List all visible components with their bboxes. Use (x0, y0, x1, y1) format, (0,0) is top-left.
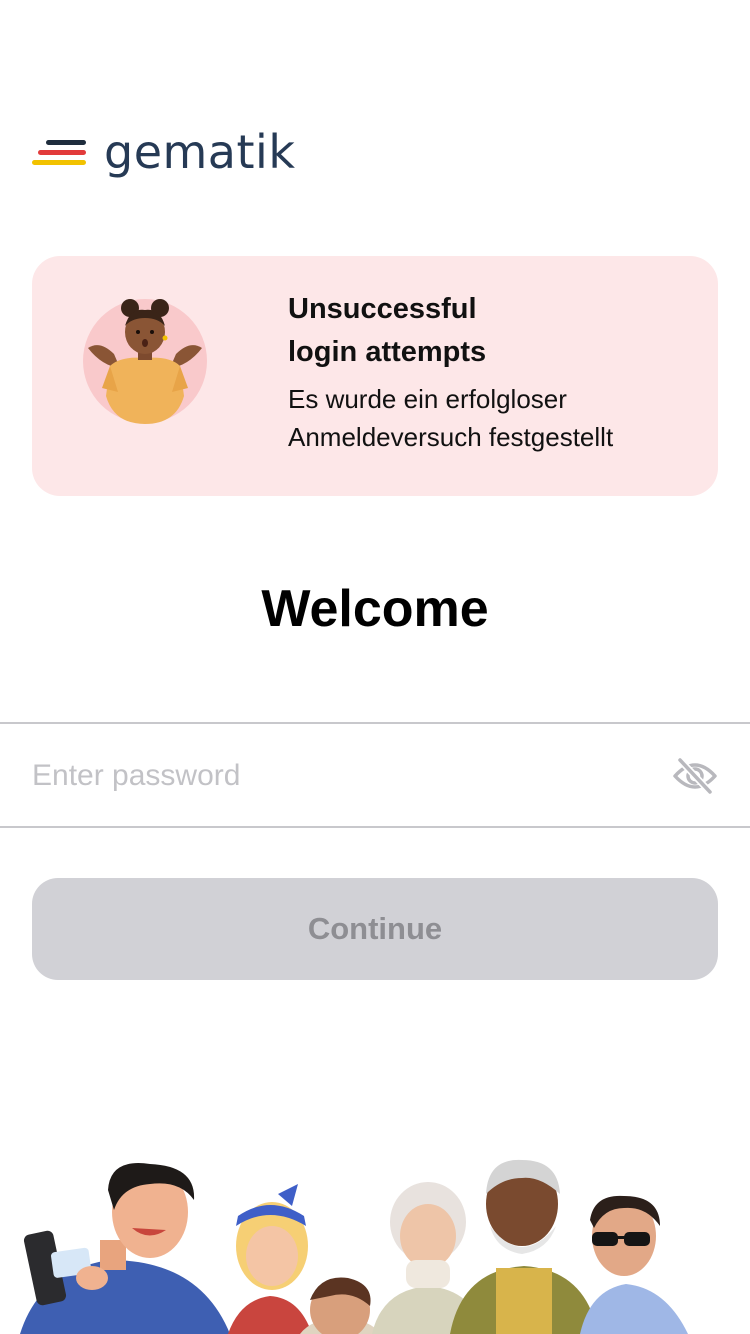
password-input[interactable] (32, 746, 632, 806)
logo-wordmark: gematik (104, 125, 296, 179)
group-of-people-illustration (20, 1159, 688, 1334)
alert-title: Unsuccessful login attempts (288, 288, 698, 374)
shrugging-person-illustration (83, 299, 207, 424)
welcome-title: Welcome (261, 580, 489, 638)
login-attempts-alert: Unsuccessful login attempts Es wurde ein… (32, 256, 718, 496)
alert-description: Es wurde ein erfolgloser Anmeldeversuch … (288, 380, 698, 456)
alert-title-line1: Unsuccessful (288, 293, 477, 325)
alert-description-line1: Es wurde ein erfolgloser (288, 384, 567, 414)
eye-slash-icon[interactable] (672, 756, 718, 796)
logo-mark-icon (32, 138, 86, 166)
alert-title-line2: login attempts (288, 336, 487, 368)
continue-button[interactable]: Continue (32, 878, 718, 980)
password-field (0, 722, 750, 828)
gematik-logo: gematik (32, 124, 295, 180)
alert-description-line2: Anmeldeversuch festgestellt (288, 422, 614, 452)
